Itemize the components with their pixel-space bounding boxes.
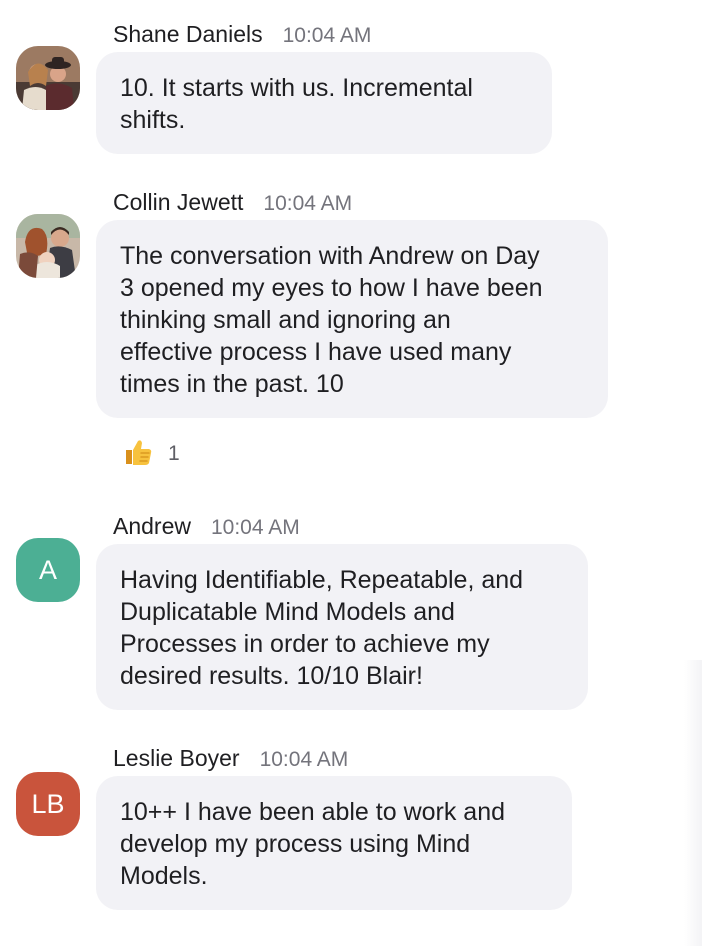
avatar[interactable]: A xyxy=(16,538,80,602)
avatar-photo xyxy=(16,214,80,278)
sender-name[interactable]: Shane Daniels xyxy=(113,21,263,47)
chat-message-list: Shane Daniels 10:04 AM 10. It starts with… xyxy=(0,0,702,946)
message-timestamp: 10:04 AM xyxy=(282,24,372,47)
message-header: Collin Jewett 10:04 AM xyxy=(113,186,352,218)
avatar[interactable] xyxy=(16,214,80,278)
avatar-initials: A xyxy=(38,554,57,585)
message-header: Andrew 10:04 AM xyxy=(113,510,300,542)
message-bubble[interactable]: 10. It starts with us. Incremental shift… xyxy=(96,52,552,154)
message-header: Leslie Boyer 10:04 AM xyxy=(113,742,348,774)
avatar-initials: LB xyxy=(31,788,65,819)
avatar[interactable] xyxy=(16,46,80,110)
reaction-chip[interactable]: 1 xyxy=(122,436,180,472)
message-timestamp: 10:04 AM xyxy=(259,748,349,771)
message-bubble[interactable]: 10++ I have been able to work and develo… xyxy=(96,776,572,910)
sender-name[interactable]: Collin Jewett xyxy=(113,189,243,215)
thumbs-up-icon xyxy=(122,436,154,473)
message-bubble[interactable]: Having Identifiable, Repeatable, and Dup… xyxy=(96,544,588,710)
message-timestamp: 10:04 AM xyxy=(210,516,300,539)
reaction-count: 1 xyxy=(168,442,180,465)
message-timestamp: 10:04 AM xyxy=(263,192,353,215)
avatar-photo xyxy=(16,46,80,110)
sender-name[interactable]: Andrew xyxy=(113,513,191,539)
avatar[interactable]: LB xyxy=(16,772,80,836)
sender-name[interactable]: Leslie Boyer xyxy=(113,745,240,771)
message-header: Shane Daniels 10:04 AM xyxy=(113,18,371,50)
scroll-edge-shadow xyxy=(684,660,702,946)
message-bubble[interactable]: The conversation with Andrew on Day 3 op… xyxy=(96,220,608,418)
